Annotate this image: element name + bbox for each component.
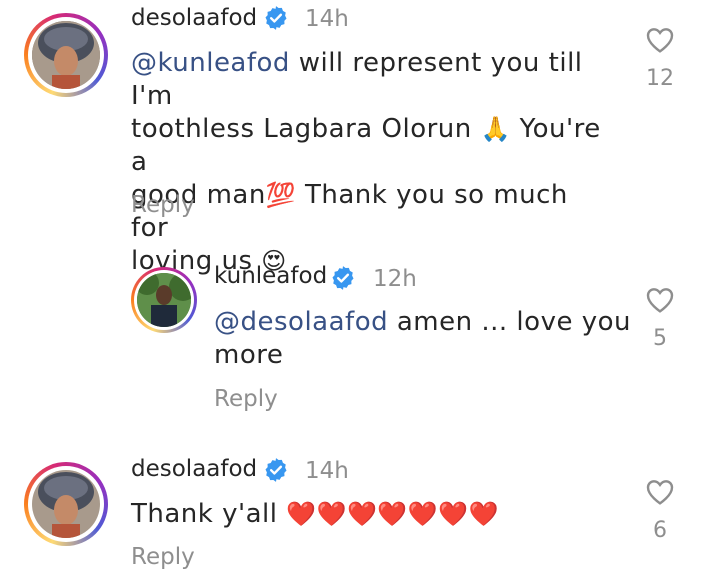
- mention-link[interactable]: @desolaafod: [214, 307, 388, 337]
- comment-text: Thank y'all ❤️❤️❤️❤️❤️❤️❤️: [131, 499, 499, 529]
- reply-button[interactable]: Reply: [131, 192, 195, 218]
- username[interactable]: kunleafod: [214, 263, 327, 289]
- comment-time: 12h: [373, 266, 417, 292]
- comment-text: @kunleafod will represent you till I'm t…: [131, 48, 601, 276]
- reply-button[interactable]: Reply: [214, 386, 278, 412]
- username[interactable]: desolaafod: [131, 5, 257, 31]
- avatar[interactable]: [24, 462, 108, 546]
- comment-3: desolaafod 14h Thank y'all ❤️❤️❤️❤️❤️❤️❤…: [0, 450, 720, 570]
- like-count: 6: [653, 518, 667, 543]
- hundred-emoji: 💯: [265, 181, 297, 209]
- comment-2: kunleafod 12h @desolaafod amen ... love …: [0, 258, 720, 418]
- comment-text: @desolaafod amen ... love you more: [214, 307, 631, 370]
- pray-emoji: 🙏: [480, 115, 511, 143]
- reply-button[interactable]: Reply: [131, 544, 195, 570]
- comment-1: desolaafod 14h @kunleafod will represent…: [0, 0, 720, 276]
- heart-outline-icon[interactable]: [643, 476, 677, 508]
- verified-badge-icon: [265, 6, 287, 30]
- mention-link[interactable]: @kunleafod: [131, 48, 290, 78]
- like-count: 5: [653, 326, 667, 351]
- heart-outline-icon[interactable]: [643, 24, 677, 56]
- red-hearts-emoji: ❤️❤️❤️❤️❤️❤️❤️: [286, 500, 499, 528]
- verified-badge-icon: [332, 266, 354, 290]
- heart-outline-icon[interactable]: [643, 284, 677, 316]
- comment-time: 14h: [305, 6, 349, 32]
- like-count: 12: [646, 66, 674, 91]
- comment-time: 14h: [305, 458, 349, 484]
- username[interactable]: desolaafod: [131, 456, 257, 482]
- avatar[interactable]: [24, 13, 108, 97]
- verified-badge-icon: [265, 458, 287, 482]
- avatar[interactable]: [131, 267, 197, 333]
